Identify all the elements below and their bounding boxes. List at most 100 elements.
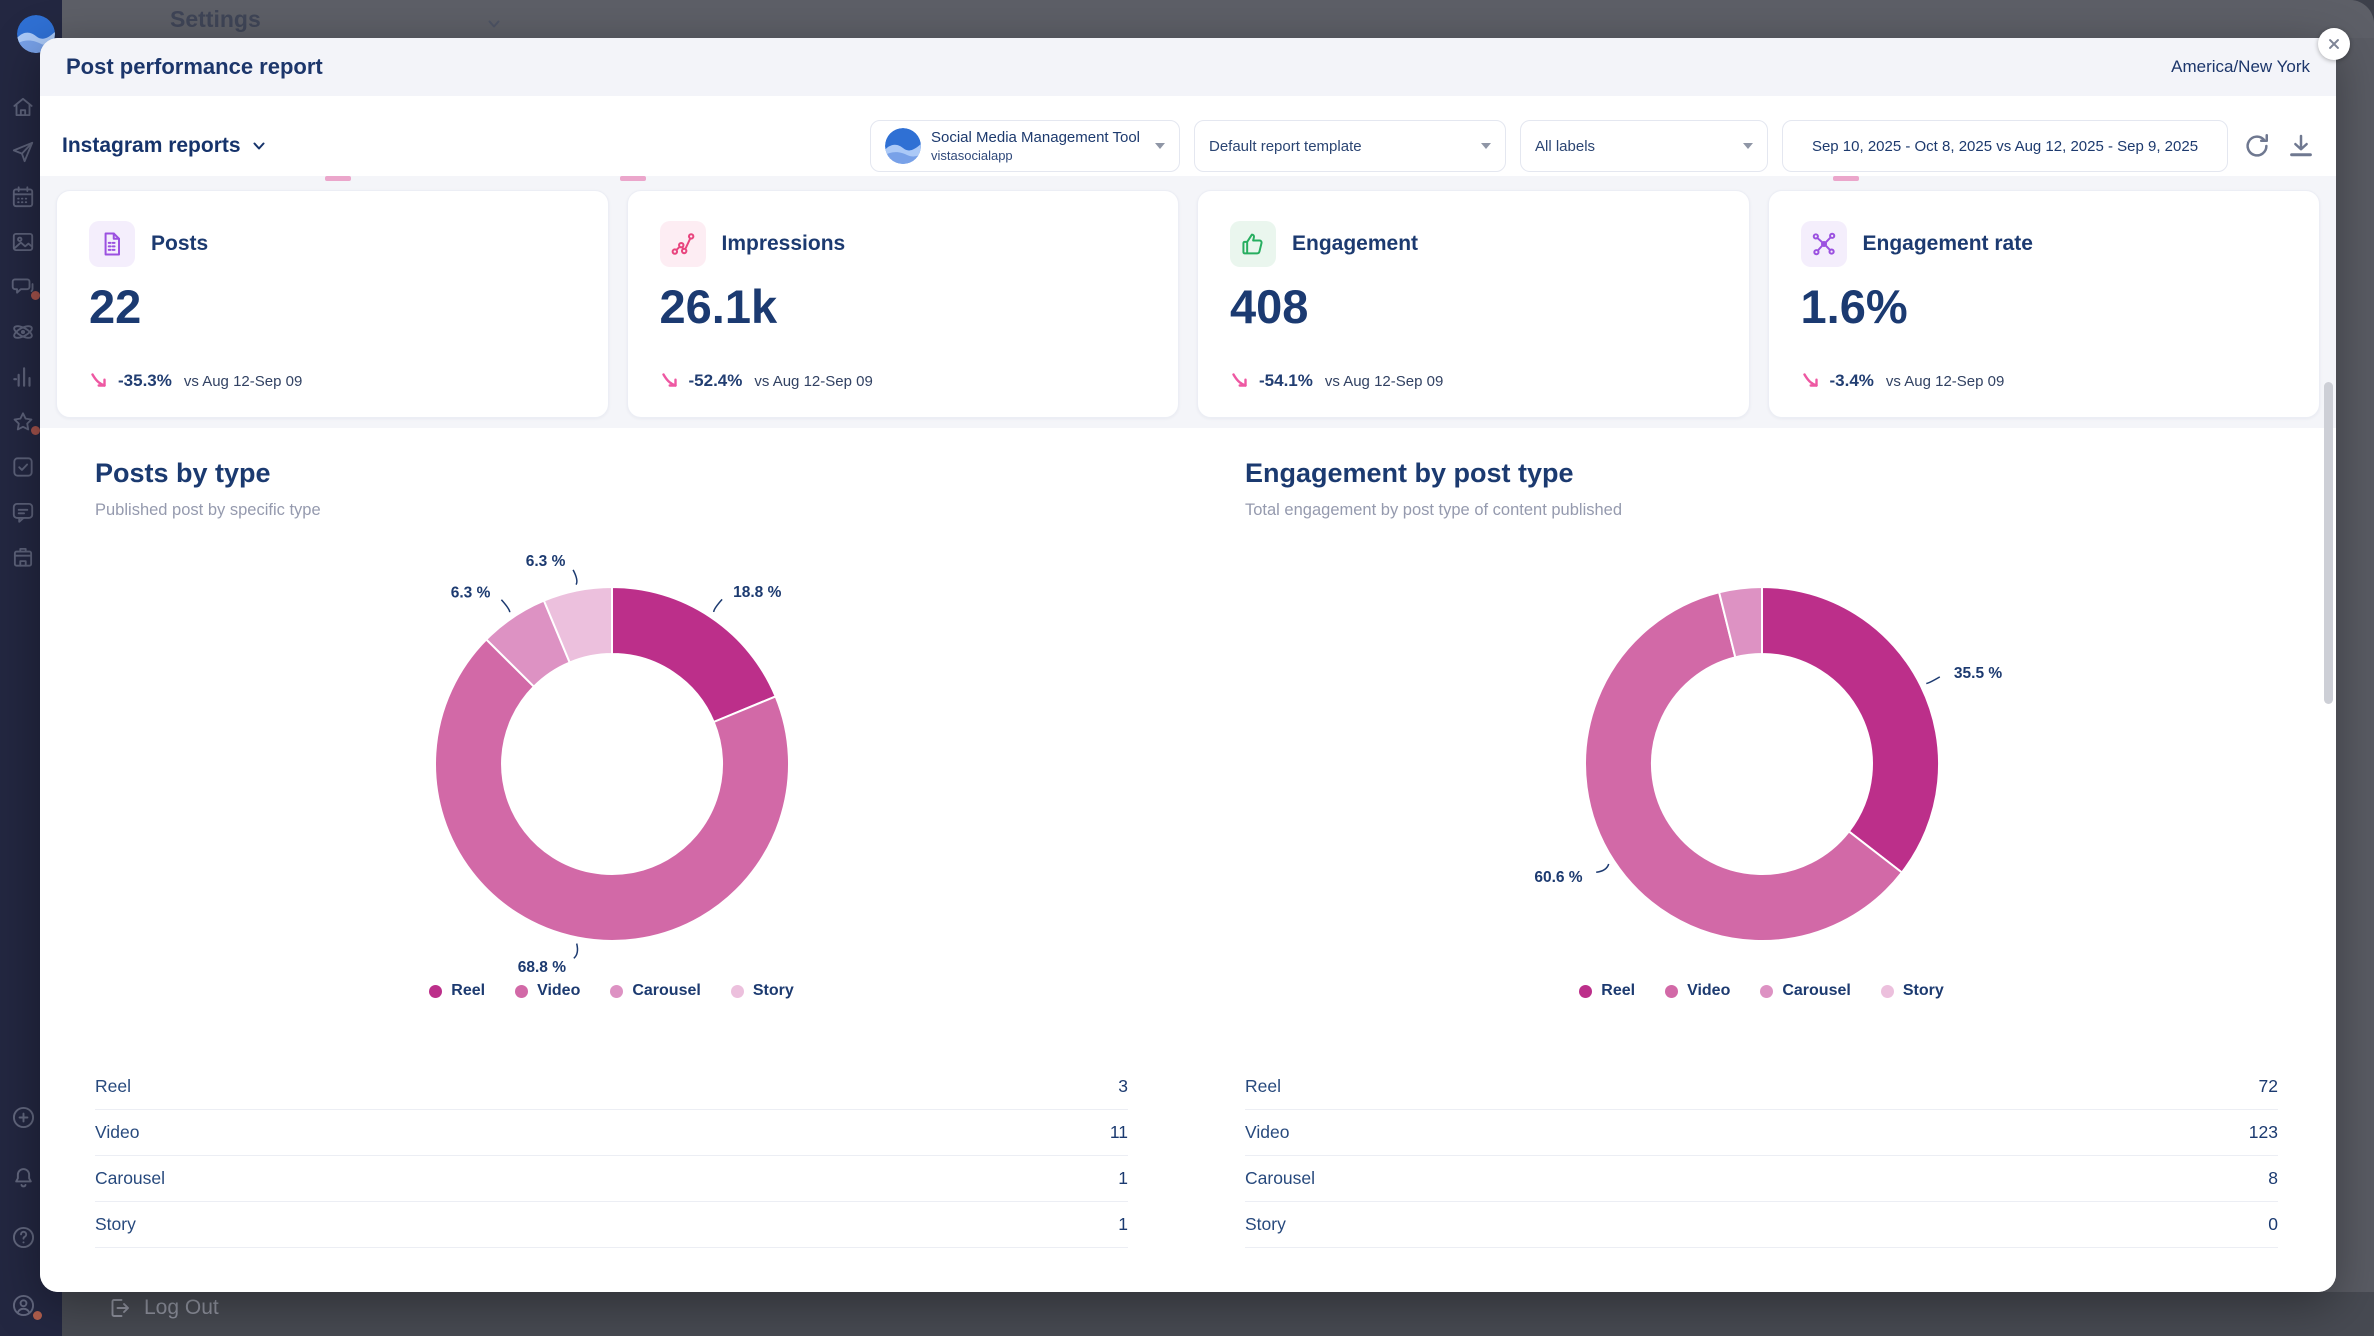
labels-select[interactable]: All labels — [1520, 120, 1768, 172]
download-icon[interactable] — [2286, 131, 2316, 161]
metric-title: Engagement — [1292, 232, 1418, 256]
legend-label: Story — [753, 982, 794, 1000]
trend-down-icon — [1230, 371, 1250, 391]
table-row-value: 72 — [2259, 1076, 2278, 1097]
table-row-label: Reel — [95, 1076, 131, 1097]
table-row-value: 8 — [2268, 1168, 2278, 1189]
donut-label: 35.5 % — [1954, 665, 2002, 682]
plus-circle-icon — [10, 1104, 37, 1131]
profile-select[interactable]: Social Media Management Tool vistasocial… — [870, 120, 1180, 172]
table-row: Carousel 8 — [1245, 1156, 2278, 1202]
metric-card: Impressions 26.1k -52.4%vs Aug 12-Sep 09 — [627, 190, 1180, 418]
metric-delta: -52.4%vs Aug 12-Sep 09 — [660, 371, 1147, 391]
caret-down-icon — [1743, 143, 1753, 149]
stats-icon — [10, 364, 36, 390]
charts: Posts by typePublished post by specific … — [40, 428, 2336, 1292]
legend-item-reel[interactable]: Reel — [1579, 982, 1635, 1000]
chart-subtitle: Published post by specific type — [95, 501, 1128, 520]
profile-select-text: Social Media Management Tool vistasocial… — [931, 129, 1145, 163]
scatter-icon-box — [660, 221, 706, 267]
comment-icon — [10, 499, 36, 525]
metric-card-header: Posts — [89, 221, 576, 267]
table-row-value: 1 — [1118, 1214, 1128, 1235]
help-icon — [10, 1224, 37, 1251]
metric-card-header: Engagement — [1230, 221, 1717, 267]
image-icon — [10, 229, 36, 255]
notification-badge — [33, 1311, 42, 1320]
metric-delta-note: vs Aug 12-Sep 09 — [1325, 373, 1443, 390]
table-row: Reel72 — [1245, 1064, 2278, 1110]
legend-label: Video — [537, 982, 580, 1000]
donut-slice-reel[interactable] — [1762, 587, 1939, 873]
table-row-value: 0 — [2268, 1214, 2278, 1235]
table-row-label: Carousel — [1245, 1168, 1315, 1189]
report-type-dropdown[interactable]: Instagram reports — [62, 134, 267, 158]
donut-label-connector — [1926, 677, 1940, 684]
close-button[interactable] — [2318, 28, 2350, 60]
dimmed-top-strip: Settings — [62, 0, 2374, 38]
scroll-artifact — [325, 176, 351, 181]
metric-delta-value: -35.3% — [118, 371, 172, 391]
legend-item-video[interactable]: Video — [1665, 982, 1730, 1000]
metric-cards: Posts22-35.3%vs Aug 12-Sep 09Impressions… — [56, 190, 2320, 418]
settings-page-title: Settings — [170, 6, 261, 33]
thumbs-up-icon — [1239, 230, 1267, 258]
table-row-label: Story — [95, 1214, 136, 1235]
legend-item-story[interactable]: Story — [1881, 982, 1944, 1000]
donut-slice-reel[interactable] — [612, 587, 776, 722]
table-row-value: 3 — [1118, 1076, 1128, 1097]
dimmed-bottom-strip — [62, 1292, 2374, 1336]
date-range-button[interactable]: Sep 10, 2025 - Oct 8, 2025 vs Aug 12, 20… — [1782, 120, 2228, 172]
legend-dot — [1881, 985, 1894, 998]
metric-title: Impressions — [722, 232, 846, 256]
send-icon — [10, 139, 36, 165]
profile-name: Social Media Management Tool — [931, 129, 1143, 146]
table-row-label: Video — [1245, 1122, 1289, 1143]
table-row-label: Video — [95, 1122, 139, 1143]
logout-button[interactable]: Log Out — [108, 1296, 219, 1320]
template-select-value: Default report template — [1209, 138, 1471, 155]
table-row: Carousel1 — [95, 1156, 1128, 1202]
table-row-value: 123 — [2249, 1122, 2278, 1143]
donut-label: 18.8 % — [733, 584, 781, 601]
scatter-icon — [669, 230, 697, 258]
legend-item-reel[interactable]: Reel — [429, 982, 485, 1000]
close-icon — [2327, 37, 2341, 51]
metric-delta: -54.1% vs Aug 12-Sep 09 — [1230, 371, 1717, 391]
legend-dot — [515, 985, 528, 998]
table-row-label: Story — [1245, 1214, 1286, 1235]
legend-item-carousel[interactable]: Carousel — [1760, 982, 1850, 1000]
date-range-value: Sep 10, 2025 - Oct 8, 2025 vs Aug 12, 20… — [1812, 138, 2198, 155]
donut-label: 60.6 % — [1534, 869, 1582, 886]
table-row: Video11 — [95, 1110, 1128, 1156]
legend-item-carousel[interactable]: Carousel — [610, 982, 700, 1000]
legend-dot — [1760, 985, 1773, 998]
building-icon — [10, 544, 36, 570]
report-type-label: Instagram reports — [62, 134, 241, 158]
refresh-icon[interactable] — [2242, 131, 2272, 161]
scrollbar-thumb[interactable] — [2324, 382, 2333, 704]
table-row: Story 1 — [95, 1202, 1128, 1248]
donut-chart: 35.5 % 60.6 % — [1245, 534, 2278, 974]
metric-delta-note: vs Aug 12-Sep 09 — [754, 373, 872, 390]
legend-item-story[interactable]: Story — [731, 982, 794, 1000]
modal-title: Post performance report — [66, 54, 323, 80]
chevron-down-icon — [486, 16, 502, 32]
donut-label-connector — [714, 599, 722, 612]
logout-icon — [108, 1296, 132, 1320]
post-type-table: Reel72 Video 123 Carousel 8 Story 0 — [1245, 1064, 2278, 1248]
template-select[interactable]: Default report template — [1194, 120, 1506, 172]
metric-value: 1.6% — [1801, 279, 2288, 334]
labels-select-value: All labels — [1535, 138, 1733, 155]
metric-delta: -3.4%vs Aug 12-Sep 09 — [1801, 371, 2288, 391]
metric-delta-value: -54.1% — [1259, 371, 1313, 391]
metric-delta-note: vs Aug 12-Sep 09 — [1886, 373, 2004, 390]
trend-down-icon — [660, 371, 680, 391]
legend-dot — [610, 985, 623, 998]
donut-label-connector — [573, 570, 577, 585]
legend-dot — [731, 985, 744, 998]
legend-item-video[interactable]: Video — [515, 982, 580, 1000]
scroll-artifact — [620, 176, 646, 181]
metric-value: 26.1k — [660, 279, 1147, 334]
donut-label: 68.8 % — [518, 959, 566, 976]
